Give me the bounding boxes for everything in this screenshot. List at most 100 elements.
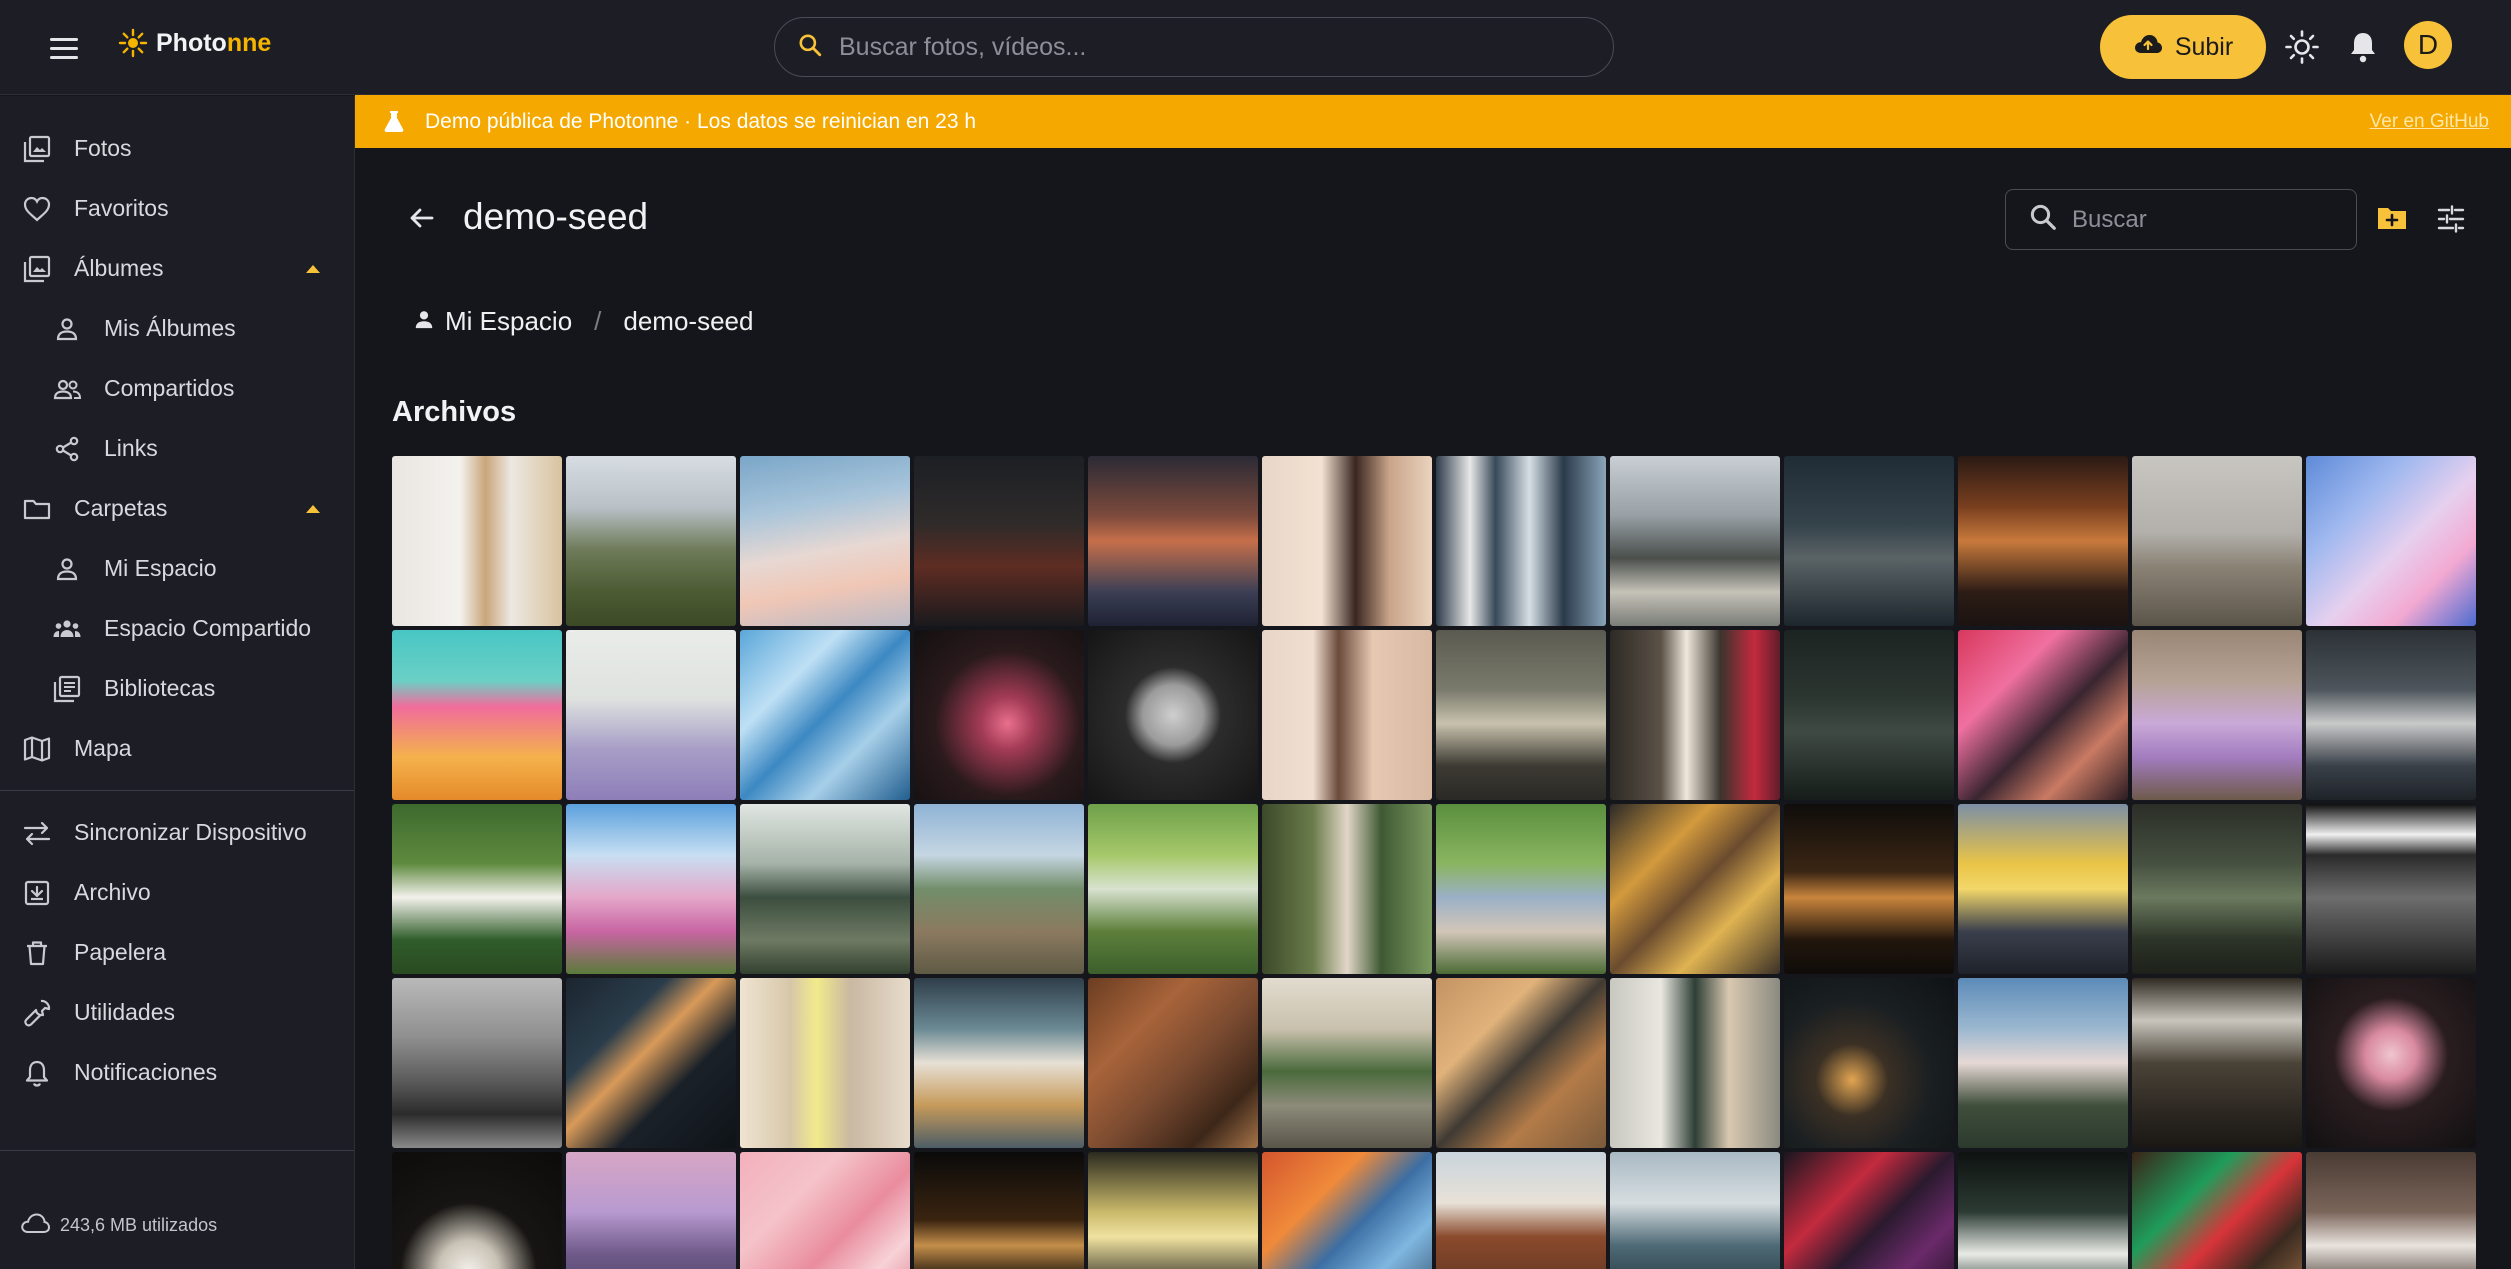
photo-thumbnail[interactable] [1088, 456, 1258, 626]
person-icon [413, 306, 435, 337]
photo-thumbnail[interactable] [392, 630, 562, 800]
photo-thumbnail[interactable] [1088, 804, 1258, 974]
archive-icon [22, 878, 52, 908]
photo-thumbnail[interactable] [1784, 978, 1954, 1148]
photo-thumbnail[interactable] [2132, 630, 2302, 800]
photo-thumbnail[interactable] [566, 630, 736, 800]
photo-thumbnail[interactable] [1088, 978, 1258, 1148]
photo-thumbnail[interactable] [740, 1152, 910, 1269]
sidebar-item-espacio-compartido[interactable]: Espacio Compartido [0, 600, 354, 656]
folder-search-input[interactable] [2072, 205, 2332, 234]
photo-thumbnail[interactable] [2132, 1152, 2302, 1269]
photo-thumbnail[interactable] [1958, 804, 2128, 974]
photo-thumbnail[interactable] [1436, 456, 1606, 626]
photo-thumbnail[interactable] [740, 978, 910, 1148]
menu-icon[interactable] [50, 31, 84, 65]
global-search[interactable] [774, 17, 1614, 77]
photo-thumbnail[interactable] [2306, 456, 2476, 626]
sidebar-item-utilidades[interactable]: Utilidades [0, 984, 354, 1040]
photo-thumbnail[interactable] [1262, 1152, 1432, 1269]
logo[interactable]: Photonne [118, 28, 271, 58]
photo-thumbnail[interactable] [914, 978, 1084, 1148]
sidebar-item-sincronizar[interactable]: Sincronizar Dispositivo [0, 804, 354, 860]
photo-thumbnail[interactable] [1436, 978, 1606, 1148]
photo-thumbnail[interactable] [392, 804, 562, 974]
photo-thumbnail[interactable] [1610, 804, 1780, 974]
photo-thumbnail[interactable] [1436, 804, 1606, 974]
back-arrow-icon[interactable] [404, 200, 440, 241]
sidebar-item-papelera[interactable]: Papelera [0, 924, 354, 980]
photo-thumbnail[interactable] [1610, 1152, 1780, 1269]
sidebar-item-albumes[interactable]: Álbumes [0, 240, 354, 296]
create-folder-icon[interactable] [2376, 204, 2408, 237]
photo-thumbnail[interactable] [566, 804, 736, 974]
breadcrumb-mi-espacio[interactable]: Mi Espacio [413, 306, 572, 337]
photo-thumbnail[interactable] [1088, 630, 1258, 800]
photo-thumbnail[interactable] [2306, 630, 2476, 800]
sidebar-item-notificaciones[interactable]: Notificaciones [0, 1044, 354, 1100]
photo-thumbnail[interactable] [1958, 456, 2128, 626]
sidebar-item-favoritos[interactable]: Favoritos [0, 180, 354, 236]
photo-thumbnail[interactable] [914, 804, 1084, 974]
sidebar-item-links[interactable]: Links [0, 420, 354, 476]
sun-theme-icon[interactable] [2284, 29, 2320, 70]
photo-thumbnail[interactable] [1262, 804, 1432, 974]
map-icon [22, 734, 52, 764]
photo-thumbnail[interactable] [2132, 978, 2302, 1148]
cloud-upload-icon [2133, 32, 2163, 63]
photo-thumbnail[interactable] [1784, 630, 1954, 800]
tune-filter-icon[interactable] [2436, 205, 2466, 238]
photo-thumbnail[interactable] [1784, 804, 1954, 974]
sidebar-item-mi-espacio[interactable]: Mi Espacio [0, 540, 354, 596]
bell-icon[interactable] [2346, 29, 2380, 70]
folder-search[interactable] [2005, 189, 2357, 250]
avatar[interactable]: D [2404, 21, 2452, 69]
global-search-input[interactable] [839, 32, 1539, 62]
photo-thumbnail[interactable] [1610, 978, 1780, 1148]
photo-thumbnail[interactable] [2132, 456, 2302, 626]
photo-thumbnail[interactable] [392, 978, 562, 1148]
photo-thumbnail[interactable] [1958, 1152, 2128, 1269]
photo-thumbnail[interactable] [1436, 1152, 1606, 1269]
photo-thumbnail[interactable] [914, 630, 1084, 800]
upload-button[interactable]: Subir [2100, 15, 2266, 79]
photo-thumbnail[interactable] [1784, 1152, 1954, 1269]
photo-thumbnail[interactable] [1436, 630, 1606, 800]
photo-thumbnail[interactable] [740, 456, 910, 626]
github-link[interactable]: Ver en GitHub [2370, 111, 2489, 133]
photo-thumbnail[interactable] [566, 978, 736, 1148]
photo-thumbnail[interactable] [1784, 456, 1954, 626]
sidebar-item-bibliotecas[interactable]: Bibliotecas [0, 660, 354, 716]
chevron-up-icon[interactable] [306, 265, 320, 273]
sidebar-item-compartidos[interactable]: Compartidos [0, 360, 354, 416]
photo-thumbnail[interactable] [2306, 1152, 2476, 1269]
photo-thumbnail[interactable] [566, 1152, 736, 1269]
photo-thumbnail[interactable] [1610, 456, 1780, 626]
photo-thumbnail[interactable] [740, 630, 910, 800]
photo-thumbnail[interactable] [566, 456, 736, 626]
photo-thumbnail[interactable] [2132, 804, 2302, 974]
sidebar-item-label: Mapa [74, 734, 132, 761]
photo-thumbnail[interactable] [1958, 978, 2128, 1148]
chevron-up-icon[interactable] [306, 505, 320, 513]
library-books-icon [52, 674, 82, 704]
sidebar-item-fotos[interactable]: Fotos [0, 120, 354, 176]
photo-thumbnail[interactable] [392, 1152, 562, 1269]
photo-thumbnail[interactable] [1262, 456, 1432, 626]
photo-thumbnail[interactable] [1262, 630, 1432, 800]
sidebar-item-mapa[interactable]: Mapa [0, 720, 354, 776]
photo-thumbnail[interactable] [2306, 978, 2476, 1148]
sidebar-item-archivo[interactable]: Archivo [0, 864, 354, 920]
sidebar-item-mis-albumes[interactable]: Mis Álbumes [0, 300, 354, 356]
photo-thumbnail[interactable] [2306, 804, 2476, 974]
photo-thumbnail[interactable] [1610, 630, 1780, 800]
photo-thumbnail[interactable] [740, 804, 910, 974]
photo-thumbnail[interactable] [1088, 1152, 1258, 1269]
photo-thumbnail[interactable] [392, 456, 562, 626]
photo-thumbnail[interactable] [1262, 978, 1432, 1148]
photo-thumbnail[interactable] [1958, 630, 2128, 800]
sidebar-item-carpetas[interactable]: Carpetas [0, 480, 354, 536]
photo-thumbnail[interactable] [914, 456, 1084, 626]
wrench-icon [22, 998, 52, 1028]
photo-thumbnail[interactable] [914, 1152, 1084, 1269]
